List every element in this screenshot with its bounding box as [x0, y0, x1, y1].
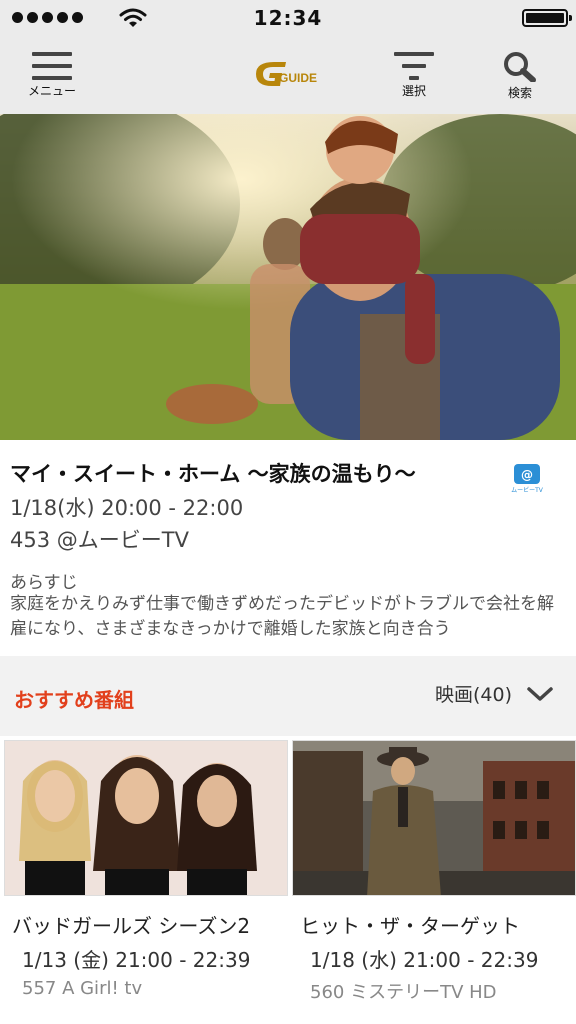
recommended-title: おすすめ番組 [14, 688, 134, 712]
channel-badge-text: ムービーTV [511, 486, 544, 494]
program-info[interactable]: マイ・スイート・ホーム ～家族の温もり～ @ ムービーTV 1/18(水) 20… [0, 440, 576, 656]
search-label: 検索 [507, 86, 532, 100]
nav-bar: メニュー GUIDE 選択 検索 [0, 36, 576, 114]
card-time: 1/13 (金) 21:00 - 22:39 [22, 948, 251, 972]
select-button[interactable]: 選択 [394, 36, 434, 114]
card-title: バッドガールズ シーズン2 [12, 914, 251, 938]
status-time: 12:34 [253, 6, 323, 30]
program-time: 1/18(水) 20:00 - 22:00 [10, 496, 244, 520]
card-channel: 557 A Girl! tv [22, 978, 143, 999]
card-time: 1/18 (水) 21:00 - 22:39 [310, 948, 539, 972]
logo-text: GUIDE [279, 71, 317, 85]
select-label: 選択 [401, 84, 426, 98]
genre-dropdown[interactable]: 映画(40) [435, 680, 554, 707]
hamburger-icon [32, 52, 72, 80]
recommended-list: バッドガールズ シーズン2 1/13 (金) 21:00 - 22:39 557… [0, 736, 576, 1024]
filter-icon [394, 52, 434, 80]
recommended-card[interactable]: バッドガールズ シーズン2 1/13 (金) 21:00 - 22:39 557… [4, 736, 288, 1024]
recommended-card[interactable]: ヒット・ザ・ターゲット 1/18 (水) 21:00 - 22:39 560 ミ… [292, 736, 576, 1024]
program-title: マイ・スイート・ホーム ～家族の温もり～ [10, 462, 416, 486]
channel-logo-icon: @ ムービーTV [511, 464, 544, 494]
menu-button[interactable]: メニュー [28, 36, 76, 114]
search-icon [504, 52, 536, 82]
program-channel: 453 @ムービーTV [10, 528, 189, 552]
synopsis-text: 家庭をかえりみず仕事で働きずめだったデビッドがトラブルで会社を解雇になり、さまざ… [10, 594, 554, 639]
card-thumbnail [292, 740, 576, 896]
gguide-logo[interactable]: GUIDE [252, 58, 324, 90]
status-bar: 12:34 [0, 0, 576, 36]
program-hero-image[interactable] [0, 114, 576, 440]
recommended-header: おすすめ番組 映画(40) [0, 656, 576, 736]
genre-dropdown-label: 映画(40) [434, 684, 512, 706]
svg-text:@: @ [521, 468, 533, 482]
synopsis-label: あらすじ [10, 573, 78, 593]
search-button[interactable]: 検索 [500, 36, 540, 114]
battery-icon [522, 9, 572, 27]
card-thumbnail [4, 740, 288, 896]
card-channel: 560 ミステリーTV HD [310, 982, 497, 1003]
menu-label: メニュー [28, 84, 77, 98]
card-title: ヒット・ザ・ターゲット [300, 914, 520, 938]
chevron-down-icon [527, 686, 553, 701]
